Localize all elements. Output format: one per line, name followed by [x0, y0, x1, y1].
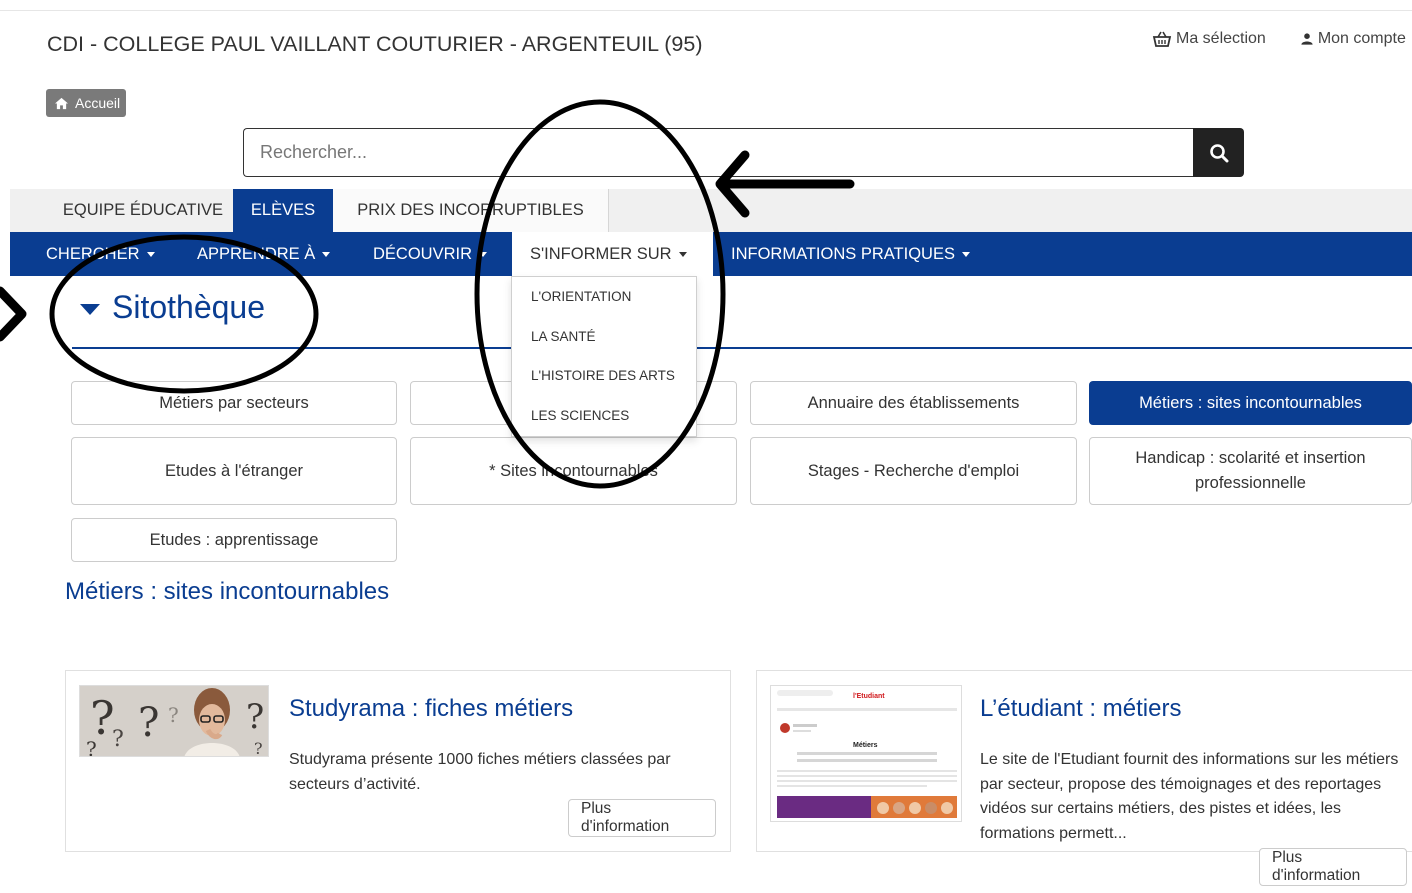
studyrama-thumbnail[interactable]: ? ? ? ? ? ? ?	[79, 685, 269, 757]
nav-s-informer-label: S'INFORMER SUR	[530, 244, 672, 263]
tab-prix-des-incorruptibles[interactable]: PRIX DES INCORRUPTIBLES	[333, 189, 609, 232]
category-etudes-apprentissage[interactable]: Etudes : apprentissage	[71, 518, 397, 562]
category-etudes-etranger[interactable]: Etudes à l'étranger	[71, 437, 397, 505]
section-title: Sitothèque	[112, 289, 266, 325]
nav-s-informer-sur[interactable]: S'INFORMER SUR	[512, 232, 713, 276]
annotation-arrow-left-edge	[0, 286, 27, 342]
top-divider	[0, 10, 1412, 11]
svg-text:?: ?	[254, 739, 263, 757]
studyrama-more-button[interactable]: Plus d'information	[568, 799, 716, 837]
nav-decouvrir[interactable]: DÉCOUVRIR	[373, 232, 488, 276]
dropdown-item-histoire-des-arts[interactable]: L'HISTOIRE DES ARTS	[512, 363, 696, 403]
caret-down-icon	[322, 251, 331, 257]
nav-infos-label: INFORMATIONS PRATIQUES	[731, 244, 955, 263]
caret-down-icon	[479, 251, 488, 257]
audience-tabs: EQUIPE ÉDUCATIVE ELÈVES PRIX DES INCORRU…	[10, 189, 1412, 232]
svg-text:?: ?	[86, 737, 97, 757]
category-sites-incontournables[interactable]: * Sites incontournables	[410, 437, 737, 505]
nav-informations-pratiques[interactable]: INFORMATIONS PRATIQUES	[731, 232, 970, 276]
nav-apprendre-a[interactable]: APPRENDRE À	[197, 232, 331, 276]
result-card-letudiant: l'Etudiant Métiers L’étudiant : métiers …	[756, 670, 1412, 886]
letudiant-title[interactable]: L’étudiant : métiers	[980, 695, 1181, 723]
letudiant-thumbnail[interactable]: l'Etudiant Métiers	[770, 685, 962, 822]
caret-down-icon	[678, 251, 687, 257]
basket-icon	[1152, 31, 1172, 47]
s-informer-dropdown: L'ORIENTATION LA SANTÉ L'HISTOIRE DES AR…	[511, 276, 697, 437]
nav-apprendre-label: APPRENDRE À	[197, 244, 316, 263]
letudiant-description: Le site de l'Etudiant fournit des inform…	[980, 751, 1399, 842]
home-label: Accueil	[75, 95, 121, 111]
letudiant-screenshot-image: l'Etudiant Métiers	[771, 686, 961, 821]
nav-chercher[interactable]: CHERCHER	[46, 232, 155, 276]
svg-text:?: ?	[246, 697, 264, 737]
studyrama-description: Studyrama présente 1000 fiches métiers c…	[289, 751, 671, 793]
dropdown-item-orientation[interactable]: L'ORIENTATION	[512, 284, 696, 324]
svg-text:?: ?	[168, 703, 179, 727]
account-label: Mon compte	[1317, 30, 1406, 47]
home-icon	[55, 97, 68, 109]
selection-link[interactable]: Ma sélection	[1152, 30, 1266, 48]
section-toggle[interactable]: Sitothèque	[80, 289, 265, 326]
question-marks-image: ? ? ? ? ? ? ?	[80, 686, 268, 757]
thumb-brand: l'Etudiant	[853, 693, 885, 700]
site-title: CDI - COLLEGE PAUL VAILLANT COUTURIER - …	[47, 32, 703, 56]
triangle-down-icon	[80, 303, 100, 315]
category-annuaire[interactable]: Annuaire des établissements	[750, 381, 1077, 425]
user-links: Ma sélection Mon compte	[1152, 30, 1412, 48]
search-bar: Rechercher...	[243, 128, 1244, 177]
search-button[interactable]	[1193, 128, 1244, 177]
home-button[interactable]: Accueil	[46, 89, 127, 117]
caret-down-icon	[146, 251, 155, 257]
caret-down-icon	[961, 251, 970, 257]
selection-label: Ma sélection	[1176, 30, 1266, 47]
letudiant-more-button[interactable]: Plus d'information	[1259, 848, 1407, 886]
category-handicap[interactable]: Handicap : scolarité et insertion profes…	[1089, 437, 1412, 505]
section-divider	[72, 347, 1412, 349]
category-stages-emploi[interactable]: Stages - Recherche d'emploi	[750, 437, 1077, 505]
account-link[interactable]: Mon compte	[1300, 30, 1406, 48]
dropdown-item-sciences[interactable]: LES SCIENCES	[512, 403, 696, 443]
result-card-studyrama: ? ? ? ? ? ? ? Studyrama : fiches métiers…	[65, 670, 731, 852]
main-navbar: CHERCHER APPRENDRE À DÉCOUVRIR S'INFORME…	[10, 232, 1412, 276]
nav-decouvrir-label: DÉCOUVRIR	[373, 244, 473, 263]
search-icon	[1209, 143, 1228, 162]
category-metiers-par-secteurs[interactable]: Métiers par secteurs	[71, 381, 397, 425]
user-icon	[1301, 33, 1313, 45]
thumb-heading: Métiers	[853, 742, 878, 749]
tab-eleves[interactable]: ELÈVES	[233, 189, 333, 232]
tab-equipe-educative[interactable]: EQUIPE ÉDUCATIVE	[36, 189, 250, 232]
studyrama-title[interactable]: Studyrama : fiches métiers	[289, 695, 573, 723]
svg-text:?: ?	[138, 700, 159, 746]
nav-chercher-label: CHERCHER	[46, 244, 140, 263]
dropdown-item-sante[interactable]: LA SANTÉ	[512, 324, 696, 364]
category-metiers-sites-incontournables[interactable]: Métiers : sites incontournables	[1089, 381, 1412, 425]
svg-text:?: ?	[112, 727, 124, 752]
results-heading: Métiers : sites incontournables	[65, 578, 390, 605]
search-input[interactable]: Rechercher...	[243, 128, 1193, 177]
